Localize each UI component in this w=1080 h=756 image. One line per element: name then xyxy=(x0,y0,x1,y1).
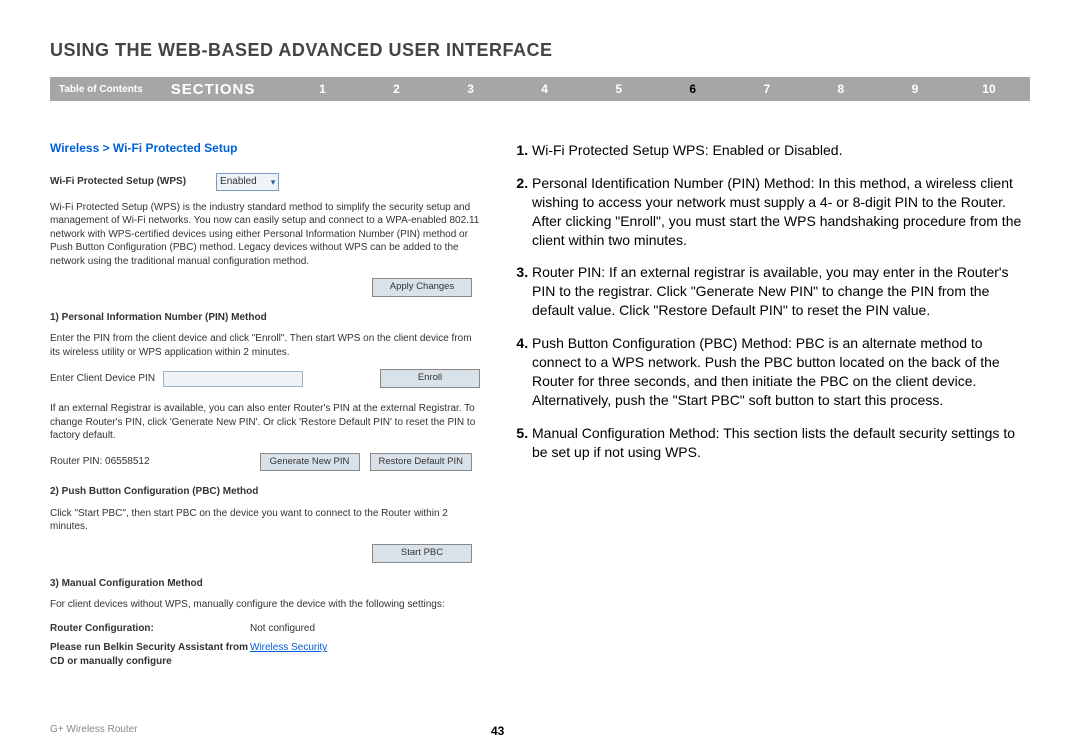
list-item: Personal Identification Number (PIN) Met… xyxy=(532,174,1030,250)
manual-method-desc: For client devices without WPS, manually… xyxy=(50,598,480,612)
manual-method-heading: 3) Manual Configuration Method xyxy=(50,577,480,591)
section-7[interactable]: 7 xyxy=(730,82,804,96)
wps-select[interactable]: Enabled ▾ xyxy=(216,173,279,191)
pin-method-heading: 1) Personal Information Number (PIN) Met… xyxy=(50,311,480,325)
start-pbc-button[interactable]: Start PBC xyxy=(372,544,472,563)
router-pin-label: Router PIN: 06558512 xyxy=(50,455,210,469)
section-4[interactable]: 4 xyxy=(508,82,582,96)
wps-label: Wi-Fi Protected Setup (WPS) xyxy=(50,175,186,189)
page-title: USING THE WEB-BASED ADVANCED USER INTERF… xyxy=(50,40,1030,61)
router-config-value: Not configured xyxy=(250,622,315,636)
pin-method-desc: Enter the PIN from the client device and… xyxy=(50,332,480,359)
apply-changes-button[interactable]: Apply Changes xyxy=(372,278,472,297)
restore-pin-button[interactable]: Restore Default PIN xyxy=(370,453,472,472)
router-pin-value: 06558512 xyxy=(105,456,150,467)
registrar-desc: If an external Registrar is available, y… xyxy=(50,402,480,443)
footer: G+ Wireless Router 43 xyxy=(50,724,1030,738)
section-9[interactable]: 9 xyxy=(878,82,952,96)
client-pin-label: Enter Client Device PIN xyxy=(50,372,155,386)
section-3[interactable]: 3 xyxy=(434,82,508,96)
advice-label: Please run Belkin Security Assistant fro… xyxy=(50,641,250,668)
wps-panel: Wi-Fi Protected Setup (WPS) Enabled ▾ Wi… xyxy=(50,173,480,668)
list-item: Manual Configuration Method: This sectio… xyxy=(532,424,1030,462)
product-name: G+ Wireless Router xyxy=(50,724,491,738)
generate-pin-button[interactable]: Generate New PIN xyxy=(260,453,360,472)
enroll-button[interactable]: Enroll xyxy=(380,369,480,388)
page-number: 43 xyxy=(491,724,504,738)
section-5[interactable]: 5 xyxy=(582,82,656,96)
section-nav: Table of Contents SECTIONS 1 2 3 4 5 6 7… xyxy=(50,77,1030,101)
section-2[interactable]: 2 xyxy=(359,82,433,96)
sections-label: SECTIONS xyxy=(161,81,286,98)
chevron-down-icon: ▾ xyxy=(271,176,276,188)
section-8[interactable]: 8 xyxy=(804,82,878,96)
pbc-method-heading: 2) Push Button Configuration (PBC) Metho… xyxy=(50,485,480,499)
section-1[interactable]: 1 xyxy=(285,82,359,96)
router-config-label: Router Configuration: xyxy=(50,622,250,636)
wps-select-value: Enabled xyxy=(220,175,257,189)
list-item: Wi-Fi Protected Setup WPS: Enabled or Di… xyxy=(532,141,1030,160)
wps-intro: Wi-Fi Protected Setup (WPS) is the indus… xyxy=(50,201,480,269)
list-item: Router PIN: If an external registrar is … xyxy=(532,263,1030,320)
section-10[interactable]: 10 xyxy=(952,82,1026,96)
list-item: Push Button Configuration (PBC) Method: … xyxy=(532,334,1030,410)
breadcrumb: Wireless > Wi-Fi Protected Setup xyxy=(50,141,480,155)
toc-link[interactable]: Table of Contents xyxy=(54,84,161,95)
client-pin-input[interactable] xyxy=(163,371,303,387)
description-list: Wi-Fi Protected Setup WPS: Enabled or Di… xyxy=(512,141,1030,461)
pbc-method-desc: Click "Start PBC", then start PBC on the… xyxy=(50,507,480,534)
wireless-security-link[interactable]: Wireless Security xyxy=(250,641,327,668)
section-6[interactable]: 6 xyxy=(656,82,730,96)
